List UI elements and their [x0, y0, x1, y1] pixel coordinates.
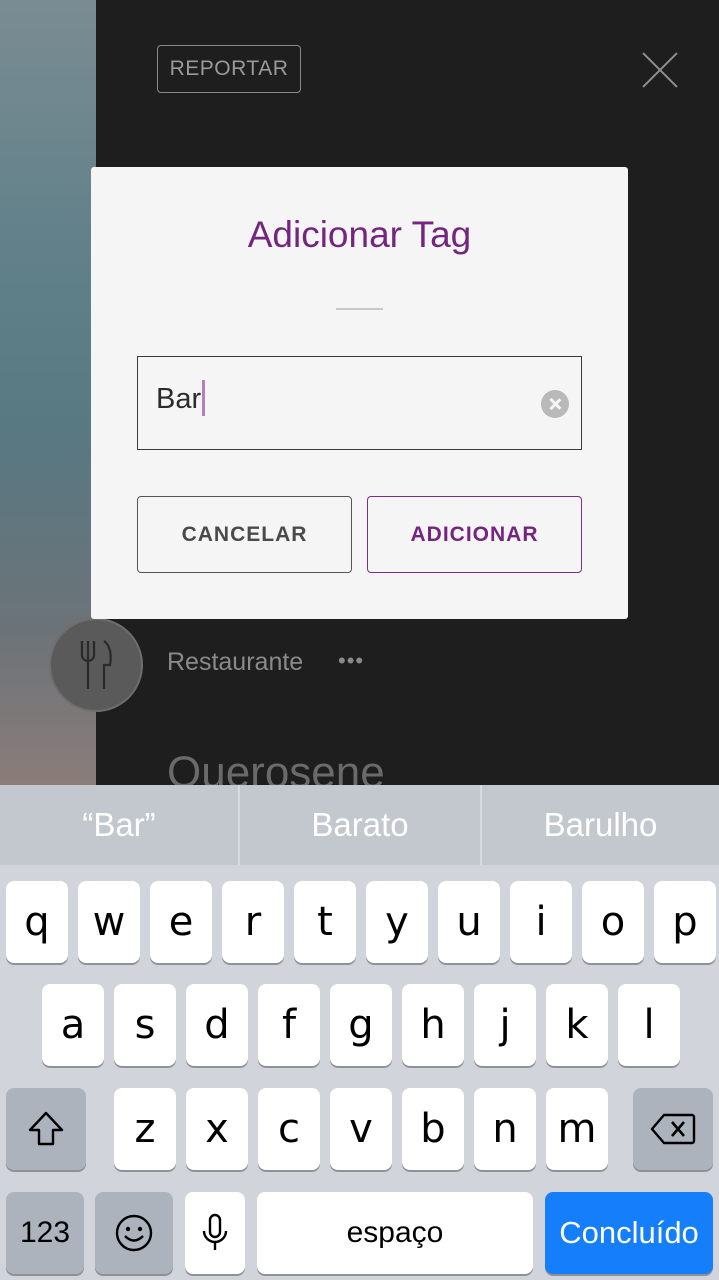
suggestion-item[interactable]: Barato — [240, 785, 480, 865]
key[interactable]: a — [42, 984, 104, 1066]
suggestion-item[interactable]: Barulho — [482, 785, 719, 865]
emoji-icon — [115, 1214, 153, 1252]
key[interactable]: c — [258, 1088, 320, 1170]
key[interactable]: p — [654, 881, 716, 963]
key[interactable]: y — [366, 881, 428, 963]
done-key[interactable]: Concluído — [545, 1192, 713, 1274]
text-cursor — [202, 380, 206, 417]
report-button[interactable]: REPORTAR — [157, 45, 301, 93]
onscreen-keyboard: “Bar” Barato Barulho q w e r t y u i o p… — [0, 785, 719, 1280]
key[interactable]: b — [402, 1088, 464, 1170]
emoji-key[interactable] — [95, 1192, 173, 1274]
space-key[interactable]: espaço — [257, 1192, 533, 1274]
key[interactable]: t — [294, 881, 356, 963]
shift-icon — [28, 1111, 64, 1146]
fork-knife-icon — [80, 640, 112, 689]
key[interactable]: e — [150, 881, 212, 963]
key[interactable]: m — [546, 1088, 608, 1170]
key[interactable]: w — [78, 881, 140, 963]
title-divider — [336, 308, 383, 310]
key[interactable]: k — [546, 984, 608, 1066]
key[interactable]: x — [186, 1088, 248, 1170]
key[interactable]: u — [438, 881, 500, 963]
key[interactable]: j — [474, 984, 536, 1066]
key[interactable]: h — [402, 984, 464, 1066]
backspace-key[interactable] — [633, 1088, 713, 1170]
dictation-key[interactable] — [185, 1192, 245, 1274]
tag-input-field[interactable]: Bar — [137, 356, 582, 450]
close-icon[interactable] — [640, 50, 680, 90]
restaurant-category-icon — [49, 618, 143, 712]
key[interactable]: g — [330, 984, 392, 1066]
category-label: Restaurante — [167, 648, 304, 676]
key[interactable]: z — [114, 1088, 176, 1170]
tag-input-value[interactable]: Bar — [156, 380, 206, 417]
key[interactable]: f — [258, 984, 320, 1066]
key[interactable]: s — [114, 984, 176, 1066]
dialog-title: Adicionar Tag — [247, 214, 472, 255]
add-button[interactable]: ADICIONAR — [367, 496, 582, 573]
key[interactable]: o — [582, 881, 644, 963]
key[interactable]: n — [474, 1088, 536, 1170]
suggestion-bar: “Bar” Barato Barulho — [0, 785, 719, 865]
cancel-button[interactable]: CANCELAR — [137, 496, 352, 573]
numbers-key[interactable]: 123 — [6, 1192, 84, 1274]
key[interactable]: r — [222, 881, 284, 963]
backspace-icon — [650, 1113, 696, 1145]
key[interactable]: v — [330, 1088, 392, 1170]
shift-key[interactable] — [6, 1088, 86, 1170]
suggestion-item[interactable]: “Bar” — [0, 785, 238, 865]
key[interactable]: d — [186, 984, 248, 1066]
clear-text-icon[interactable] — [541, 390, 569, 418]
key[interactable]: q — [6, 881, 68, 963]
more-icon[interactable]: ••• — [338, 648, 364, 674]
key[interactable]: l — [618, 984, 680, 1066]
key[interactable]: i — [510, 881, 572, 963]
microphone-icon — [202, 1213, 228, 1250]
